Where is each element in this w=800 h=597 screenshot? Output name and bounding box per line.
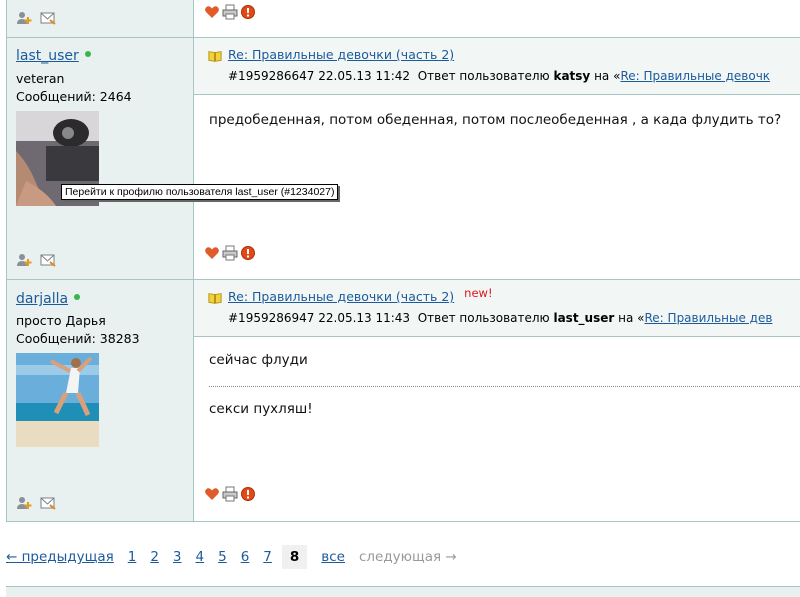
- previous-post-row: [6, 0, 800, 38]
- post-username: darjalla: [16, 291, 81, 307]
- new-badge: new!: [464, 286, 493, 300]
- pagination-current-page: 8: [281, 545, 308, 569]
- user-post-count: Сообщений: 38283: [16, 331, 140, 346]
- reply-to-post-link[interactable]: Re: Правильные девочк: [620, 69, 770, 83]
- report-icon[interactable]: [240, 245, 256, 261]
- post-username: last_user: [16, 48, 91, 64]
- username-link[interactable]: darjalla: [16, 291, 68, 307]
- user-rank: просто Дарья: [16, 313, 106, 328]
- post-user-icons: [16, 252, 56, 268]
- reply-prefix: Ответ пользователю: [417, 69, 550, 83]
- reply-on: на «: [594, 69, 621, 83]
- post-row: last_user veteran Сообщений: 2464 Re: Пр…: [6, 38, 800, 280]
- post-subject: Re: Правильные девочки (часть 2): [208, 47, 454, 63]
- print-icon[interactable]: [222, 486, 238, 502]
- add-friend-icon[interactable]: [16, 10, 32, 26]
- heart-icon[interactable]: [204, 4, 220, 20]
- post-user-column: last_user veteran Сообщений: 2464: [7, 38, 194, 279]
- pagination-all-link[interactable]: все: [321, 549, 345, 565]
- post-message-column: Re: Правильные девочки (часть 2) new! #19…: [194, 280, 800, 521]
- pagination: ← предыдущая 1 2 3 4 5 6 7 8 все следующ…: [6, 545, 457, 569]
- post-datetime: 22.05.13 11:42: [318, 69, 411, 83]
- send-message-icon[interactable]: [40, 252, 56, 268]
- avatar[interactable]: [16, 353, 99, 447]
- add-friend-icon[interactable]: [16, 252, 32, 268]
- forum-thread: last_user veteran Сообщений: 2464 Re: Пр…: [6, 0, 800, 522]
- add-friend-icon[interactable]: [16, 495, 32, 511]
- signature-divider: [209, 386, 800, 387]
- post-actions: [204, 486, 256, 502]
- post-body: предобеденная, потом обеденная, потом по…: [209, 112, 782, 128]
- print-icon[interactable]: [222, 4, 238, 20]
- post-row: darjalla просто Дарья Сообщений: 38283 R…: [6, 280, 800, 522]
- report-icon[interactable]: [240, 486, 256, 502]
- avatar-image: [16, 353, 99, 447]
- post-actions: [204, 245, 256, 261]
- post-id[interactable]: #1959286947: [228, 311, 314, 325]
- print-icon[interactable]: [222, 245, 238, 261]
- footer-bar: [6, 586, 800, 597]
- online-indicator: [74, 294, 81, 300]
- send-message-icon[interactable]: [40, 495, 56, 511]
- post-body: секси пухляш!: [209, 401, 313, 417]
- reply-prefix: Ответ пользователю: [417, 311, 550, 325]
- reply-to-post-link[interactable]: Re: Правильные дев: [645, 311, 773, 325]
- previous-post-actions: [204, 4, 256, 20]
- post-user-icons: [16, 495, 56, 511]
- previous-post-user-icons: [16, 10, 56, 26]
- user-rank: veteran: [16, 71, 65, 86]
- pagination-page-link[interactable]: 1: [128, 549, 137, 565]
- heart-icon[interactable]: [204, 486, 220, 502]
- pagination-page-link[interactable]: 3: [173, 549, 182, 565]
- pagination-page-link[interactable]: 7: [263, 549, 272, 565]
- online-indicator: [84, 51, 91, 57]
- book-icon: [208, 291, 222, 305]
- post-subject-link[interactable]: Re: Правильные девочки (часть 2): [228, 289, 454, 304]
- post-message-column: Re: Правильные девочки (часть 2) #195928…: [194, 38, 800, 279]
- heart-icon[interactable]: [204, 245, 220, 261]
- post-meta: #1959286947 22.05.13 11:43 Ответ пользов…: [228, 311, 772, 325]
- previous-post-message-column: [194, 0, 800, 37]
- pagination-page-link[interactable]: 2: [150, 549, 159, 565]
- book-icon: [208, 49, 222, 63]
- post-header: Re: Правильные девочки (часть 2) #195928…: [194, 38, 800, 95]
- pagination-prev-link[interactable]: ← предыдущая: [6, 549, 114, 565]
- send-message-icon[interactable]: [40, 10, 56, 26]
- post-id[interactable]: #1959286647: [228, 69, 314, 83]
- post-subject-link[interactable]: Re: Правильные девочки (часть 2): [228, 47, 454, 62]
- post-header: Re: Правильные девочки (часть 2) new! #19…: [194, 280, 800, 337]
- reply-to-user: katsy: [553, 69, 591, 83]
- report-icon[interactable]: [240, 4, 256, 20]
- previous-post-user-column: [7, 0, 194, 37]
- post-datetime: 22.05.13 11:43: [318, 311, 411, 325]
- pagination-page-link[interactable]: 4: [196, 549, 205, 565]
- post-user-column: darjalla просто Дарья Сообщений: 38283: [7, 280, 194, 521]
- reply-to-user: last_user: [553, 311, 615, 325]
- post-meta: #1959286647 22.05.13 11:42 Ответ пользов…: [228, 69, 770, 83]
- pagination-next-disabled: следующая →: [358, 549, 457, 565]
- reply-on: на «: [618, 311, 645, 325]
- pagination-page-link[interactable]: 6: [241, 549, 250, 565]
- post-subject: Re: Правильные девочки (часть 2) new!: [208, 286, 493, 305]
- pagination-page-link[interactable]: 5: [218, 549, 227, 565]
- user-post-count: Сообщений: 2464: [16, 89, 132, 104]
- post-quote-text: сейчас флуди: [209, 352, 308, 368]
- username-link[interactable]: last_user: [16, 48, 79, 64]
- profile-tooltip: Перейти к профилю пользователя last_user…: [61, 184, 339, 200]
